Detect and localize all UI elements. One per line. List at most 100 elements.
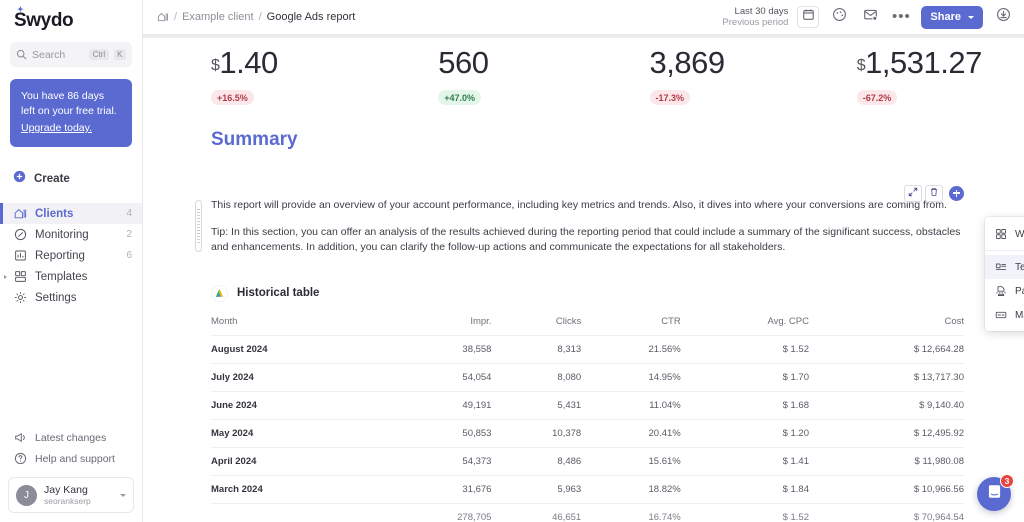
- cell-total-cost: $ 70,964.54: [913, 511, 964, 522]
- sidebar-item-monitoring[interactable]: Monitoring 2: [0, 224, 142, 245]
- table-row: March 2024 31,676 5,963 18.82% $ 1.84 $ …: [211, 475, 964, 503]
- table-row: July 2024 54,054 8,080 14.95% $ 1.70 $ 1…: [211, 363, 964, 391]
- cell-impressions: 49,191: [462, 399, 492, 411]
- kpi-card[interactable]: 3,869 -17.3%: [606, 44, 817, 106]
- table-header: Historical table: [211, 284, 964, 302]
- upgrade-link[interactable]: Upgrade today.: [21, 122, 92, 134]
- create-button[interactable]: Create: [0, 168, 142, 190]
- page-break-icon: [994, 285, 1007, 297]
- cell-avg-cpc: $ 1.41: [782, 455, 809, 467]
- col-month[interactable]: Month: [211, 316, 385, 336]
- menu-item-label: Widget or KPI: [1015, 228, 1024, 240]
- email-report-button[interactable]: [859, 6, 881, 28]
- sidebar-item-settings[interactable]: Settings: [0, 287, 142, 308]
- create-label: Create: [34, 173, 70, 185]
- sidebar-nav: Clients 4 Monitoring 2 Reporting 6 Templ…: [0, 203, 142, 308]
- col-impressions[interactable]: Impr.: [385, 316, 491, 336]
- kpi-card[interactable]: 560 +47.0%: [378, 44, 605, 106]
- user-account-menu[interactable]: J Jay Kang seorankserp: [8, 477, 134, 513]
- cell-cost: $ 12,495.92: [913, 427, 964, 439]
- latest-changes-link[interactable]: Latest changes: [0, 427, 142, 448]
- search-input[interactable]: Search Ctrl K: [10, 42, 132, 67]
- col-ctr[interactable]: CTR: [581, 316, 681, 336]
- theme-button[interactable]: [828, 6, 850, 28]
- summary-paragraph-2: Tip: In this section, you can offer an a…: [211, 225, 961, 253]
- page-title: Summary: [211, 128, 298, 150]
- intercom-launcher[interactable]: 3: [977, 474, 1014, 511]
- help-support-link[interactable]: Help and support: [0, 448, 142, 469]
- search-shortcut-mod: Ctrl: [89, 49, 109, 60]
- summary-paragraph-1: This report will provide an overview of …: [211, 198, 947, 211]
- chevron-down-icon: [120, 493, 126, 497]
- kpi-delta: -17.3%: [649, 90, 691, 105]
- search-shortcut-key: K: [113, 49, 126, 60]
- breadcrumb-client[interactable]: Example client: [182, 11, 254, 23]
- monitoring-icon: [13, 228, 27, 241]
- kpi-value: 560: [438, 44, 605, 85]
- share-button[interactable]: Share: [921, 5, 983, 29]
- kpi-delta: -67.2%: [856, 90, 898, 105]
- sidebar-item-monitoring-label: Monitoring: [35, 228, 89, 241]
- app-logo[interactable]: ✦ Swydo: [0, 0, 142, 32]
- cell-ctr: 21.56%: [648, 343, 681, 355]
- menu-item-manual-kpi[interactable]: Manual KPI: [985, 303, 1024, 327]
- drag-handle[interactable]: [195, 199, 202, 252]
- download-button[interactable]: [992, 6, 1014, 28]
- text-image-icon: [994, 261, 1007, 273]
- cell-avg-cpc: $ 1.20: [782, 427, 809, 439]
- avatar: J: [16, 484, 37, 506]
- sidebar-item-templates[interactable]: Templates: [0, 266, 142, 287]
- cell-month: June 2024: [211, 399, 257, 411]
- col-clicks[interactable]: Clicks: [491, 316, 581, 336]
- cell-total-clicks: 46,651: [552, 511, 582, 522]
- cell-month: April 2024: [211, 455, 257, 467]
- table-row: August 2024 38,558 8,313 21.56% $ 1.52 $…: [211, 335, 964, 363]
- widget-actions: [904, 184, 964, 202]
- calendar-button[interactable]: [797, 6, 820, 28]
- ellipsis-icon: •••: [892, 8, 911, 25]
- kpi-delta: +16.5%: [211, 90, 254, 105]
- delete-widget-button[interactable]: [925, 184, 943, 202]
- more-options-button[interactable]: •••: [890, 6, 912, 28]
- breadcrumb-report[interactable]: Google Ads report: [267, 11, 356, 23]
- latest-changes-label: Latest changes: [35, 431, 107, 444]
- menu-item-page-break[interactable]: Page break: [985, 279, 1024, 303]
- sidebar-item-clients[interactable]: Clients 4: [0, 203, 142, 224]
- kpi-card[interactable]: $1,531.27 -67.2%: [817, 44, 1024, 106]
- home-icon[interactable]: [157, 11, 169, 23]
- chat-bubble-icon: [986, 483, 1003, 505]
- add-widget-menu: Widget or KPI Text and images Page break: [985, 217, 1024, 331]
- sidebar-item-clients-count: 4: [126, 208, 132, 219]
- sidebar: ✦ Swydo Search Ctrl K You have 86 days l…: [0, 0, 143, 522]
- expand-widget-button[interactable]: [904, 184, 922, 202]
- report-canvas: $1.40 +16.5% 560 +47.0% 3,869 -17.3% $1,…: [143, 35, 1024, 522]
- date-range-label[interactable]: Last 30 days Previous period: [722, 6, 788, 29]
- col-cost[interactable]: Cost: [809, 316, 964, 336]
- text-widget[interactable]: This report will provide an overview of …: [143, 184, 1024, 255]
- cell-avg-cpc: $ 1.68: [782, 399, 809, 411]
- top-bar-actions: Last 30 days Previous period ••• Share: [722, 5, 1014, 29]
- kpi-card[interactable]: $1.40 +16.5%: [143, 44, 378, 106]
- menu-item-widget-or-kpi[interactable]: Widget or KPI: [985, 222, 1024, 246]
- breadcrumb-sep-1: /: [174, 11, 178, 23]
- breadcrumb-sep-2: /: [258, 11, 262, 23]
- historical-table-widget[interactable]: Historical table Month Impr. Clicks CTR …: [143, 284, 1024, 522]
- menu-item-label: Text and images: [1015, 261, 1024, 273]
- add-widget-button[interactable]: [949, 185, 964, 201]
- palette-icon: [832, 7, 847, 27]
- table-title: Historical table: [237, 287, 320, 299]
- top-bar: / Example client / Google Ads report Las…: [143, 0, 1024, 35]
- trial-banner: You have 86 days left on your free trial…: [10, 79, 132, 147]
- search-placeholder: Search: [32, 48, 66, 61]
- cell-ctr: 14.95%: [648, 371, 681, 383]
- col-avg-cpc[interactable]: Avg. CPC: [681, 316, 809, 336]
- sidebar-item-reporting[interactable]: Reporting 6: [0, 245, 142, 266]
- cell-avg-cpc: $ 1.84: [782, 483, 809, 495]
- menu-item-text-and-images[interactable]: Text and images: [985, 255, 1024, 279]
- megaphone-icon: [13, 431, 27, 444]
- clients-icon: [13, 207, 27, 220]
- user-account: seorankserp: [44, 495, 91, 506]
- cell-clicks: 8,080: [557, 371, 582, 383]
- chevron-right-icon[interactable]: [4, 274, 7, 279]
- cell-avg-cpc: $ 1.52: [782, 343, 809, 355]
